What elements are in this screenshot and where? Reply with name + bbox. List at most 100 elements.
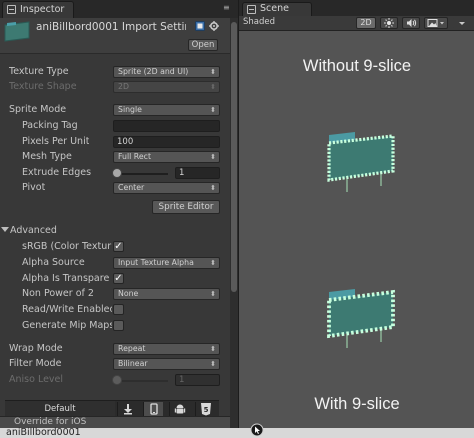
aniso-level-row: Aniso Level 1	[0, 373, 230, 388]
platform-tab-standalone[interactable]	[117, 402, 137, 416]
scene-panel: Scene Shaded 2D Without 9-slice With 9-s…	[238, 0, 474, 438]
phone-icon	[150, 403, 158, 415]
read-write-label: Read/Write Enablec	[22, 304, 112, 315]
extrude-edges-field[interactable]: 1	[175, 167, 220, 179]
gizmos-dropdown[interactable]	[452, 17, 472, 29]
mesh-type-value: Full Rect	[118, 152, 152, 161]
texture-type-value: Sprite (2D and UI)	[118, 67, 189, 76]
pivot-label: Pivot	[22, 182, 46, 193]
non-power-of-2-value: None	[118, 289, 139, 298]
srgb-row: sRGB (Color Textur ✓	[0, 240, 230, 255]
texture-thumbnail	[4, 21, 30, 42]
help-icon[interactable]	[195, 21, 205, 31]
inspector-panel: Inspector ≡ aniBillbord0001 Import Setti…	[0, 0, 238, 438]
pivot-dropdown[interactable]: Center ⬍	[113, 182, 220, 194]
packing-tag-label: Packing Tag	[22, 120, 78, 131]
alpha-source-dropdown[interactable]: Input Texture Alpha ⬍	[113, 257, 220, 269]
2d-toggle-button[interactable]: 2D	[356, 17, 376, 29]
scene-title-bottom: With 9-slice	[314, 395, 400, 413]
advanced-foldout[interactable]: Advanced	[0, 224, 230, 239]
texture-type-dropdown[interactable]: Sprite (2D and UI) ⬍	[113, 66, 220, 78]
wrap-mode-label: Wrap Mode	[9, 343, 63, 354]
filter-mode-value: Bilinear	[118, 359, 148, 368]
non-power-of-2-dropdown[interactable]: None ⬍	[113, 288, 220, 300]
menu-icon[interactable]: ≡	[223, 4, 231, 12]
srgb-checkbox[interactable]: ✓	[113, 241, 124, 252]
packing-tag-field[interactable]	[113, 120, 220, 132]
pivot-value: Center	[118, 183, 145, 192]
texture-type-label: Texture Type	[9, 66, 69, 77]
mesh-type-label: Mesh Type	[22, 151, 72, 162]
open-button[interactable]: Open	[188, 39, 218, 51]
pixels-per-unit-field[interactable]: 100	[113, 136, 220, 148]
shading-mode-dropdown[interactable]: Shaded	[243, 17, 275, 27]
filter-mode-label: Filter Mode	[9, 358, 62, 369]
tab-scene[interactable]: Scene	[242, 2, 312, 16]
override-label: Override for iOS	[14, 417, 87, 427]
alpha-transparency-checkbox[interactable]: ✓	[113, 273, 124, 284]
mesh-type-dropdown[interactable]: Full Rect ⬍	[113, 151, 220, 163]
read-write-checkbox[interactable]	[113, 304, 124, 315]
platform-tab-android[interactable]	[169, 402, 189, 416]
sprite-mode-label: Sprite Mode	[9, 104, 67, 115]
download-icon	[124, 404, 132, 415]
wrap-mode-dropdown[interactable]: Repeat ⬍	[113, 343, 220, 355]
image-icon	[427, 19, 444, 27]
extrude-edges-slider-track[interactable]	[116, 173, 168, 175]
alpha-transparency-row: Alpha Is Transpare ✓	[0, 272, 230, 287]
alpha-source-row: Alpha Source Input Texture Alpha ⬍	[0, 256, 230, 271]
dropdown-arrow-icon: ⬍	[210, 345, 216, 353]
platform-tab-ios[interactable]	[143, 402, 163, 416]
settings-icon[interactable]	[209, 21, 219, 31]
scene-toolbar: Shaded 2D	[239, 16, 474, 31]
pivot-row: Pivot Center ⬍	[0, 181, 230, 196]
advanced-label: Advanced	[10, 225, 57, 236]
sprite-mode-dropdown[interactable]: Single ⬍	[113, 104, 220, 116]
aniso-level-slider-thumb	[112, 375, 122, 385]
svg-text:5: 5	[204, 406, 209, 414]
mesh-type-row: Mesh Type Full Rect ⬍	[0, 150, 230, 165]
inspector-scrollbar[interactable]	[230, 18, 238, 428]
alpha-source-label: Alpha Source	[22, 257, 85, 268]
pixels-per-unit-label: Pixels Per Unit	[22, 136, 90, 147]
texture-shape-value: 2D	[118, 82, 129, 91]
dropdown-arrow-icon: ⬍	[210, 83, 216, 91]
dropdown-arrow-icon: ⬍	[210, 184, 216, 192]
dropdown-arrow-icon: ⬍	[210, 68, 216, 76]
scrollbar-thumb[interactable]	[231, 22, 237, 292]
android-icon	[174, 404, 186, 414]
audio-icon	[407, 19, 417, 27]
platform-tab-webgl[interactable]: 5	[195, 402, 215, 416]
tab-inspector[interactable]: Inspector	[2, 1, 74, 18]
platform-tabs: Default 5	[5, 400, 219, 417]
sprite-mode-value: Single	[118, 105, 142, 114]
audio-toggle-button[interactable]	[402, 17, 420, 29]
texture-shape-dropdown: 2D ⬍	[113, 81, 220, 93]
asset-title: aniBillbord0001 Import Settin	[36, 21, 186, 33]
texture-type-row: Texture Type Sprite (2D and UI) ⬍	[0, 65, 230, 80]
read-write-row: Read/Write Enablec	[0, 303, 230, 318]
inspector-icon	[7, 5, 16, 14]
dropdown-arrow-icon: ⬍	[210, 290, 216, 298]
tab-inspector-label: Inspector	[20, 4, 65, 15]
html5-icon: 5	[201, 403, 211, 416]
billboard-without-9slice	[327, 132, 395, 192]
footer-title-bar: aniBillbord0001	[0, 427, 474, 438]
foldout-arrow-icon	[1, 227, 9, 232]
dropdown-arrow-icon: ⬍	[210, 259, 216, 267]
extrude-edges-row: Extrude Edges 1	[0, 166, 230, 181]
platform-tab-default[interactable]: Default	[5, 401, 115, 417]
lighting-toggle-button[interactable]	[380, 17, 398, 29]
packing-tag-row: Packing Tag	[0, 119, 230, 134]
extrude-edges-slider-thumb[interactable]	[112, 168, 122, 178]
effects-dropdown[interactable]	[424, 17, 448, 29]
mip-maps-checkbox[interactable]	[113, 320, 124, 331]
alpha-transparency-label: Alpha Is Transpare	[22, 273, 110, 284]
mip-maps-label: Generate Mip Maps	[22, 320, 112, 331]
aniso-level-label: Aniso Level	[9, 374, 64, 385]
aniso-level-field: 1	[175, 374, 220, 386]
footer-title: aniBillbord0001	[6, 427, 81, 438]
sprite-editor-button[interactable]: Sprite Editor	[152, 200, 220, 214]
alpha-source-value: Input Texture Alpha	[118, 258, 194, 267]
filter-mode-dropdown[interactable]: Bilinear ⬍	[113, 358, 220, 370]
